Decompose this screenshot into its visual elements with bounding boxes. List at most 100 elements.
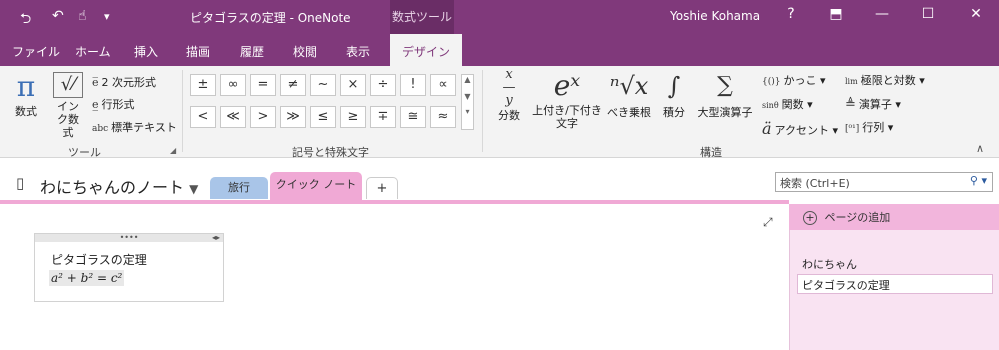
note-container[interactable]: •••• ◂▸ ピタゴラスの定理 a² + b² = c²	[34, 233, 224, 302]
tab-view[interactable]: 表示	[346, 43, 370, 60]
group-separator	[482, 70, 483, 152]
notebook-icon[interactable]: ▯	[16, 174, 24, 192]
symbol-button[interactable]: >	[250, 106, 276, 128]
ink-equation-button[interactable]: √⁄ インク数式	[50, 72, 86, 139]
symbol-button[interactable]: !	[400, 74, 426, 96]
ribbon: π 数式 √⁄ インク数式 e̅ 2 次元形式 e̲ 行形式 abc 標準テキスト ツ…	[0, 66, 999, 159]
tab-design[interactable]: デザイン	[390, 34, 463, 66]
professional-format-button[interactable]: e̅ 2 次元形式	[92, 74, 156, 90]
function-icon: sinθ	[762, 101, 779, 110]
gallery-more-icon[interactable]: ▾	[462, 107, 473, 116]
symbol-button[interactable]: ÷	[370, 74, 396, 96]
scroll-down-icon[interactable]: ▼	[462, 92, 473, 101]
matrix-button[interactable]: [⁰¹] 行列 ▾	[845, 119, 893, 135]
accent-button[interactable]: ä アクセント ▾	[762, 119, 838, 138]
collapse-ribbon-icon[interactable]: ∧	[976, 142, 984, 155]
symbol-gallery: ± ∞ = ≠ ~ × ÷ ! ∝ < ≪ > ≫ ≤ ≥ ∓ ≅ ≈	[190, 74, 460, 130]
dialog-launcher-icon[interactable]: ◢	[170, 146, 176, 155]
ink-equation-icon: √⁄	[53, 72, 83, 98]
fraction-icon: x — y	[502, 67, 516, 108]
window-title: ピタゴラスの定理 - OneNote	[190, 11, 351, 25]
symbol-button[interactable]: ≪	[220, 106, 246, 128]
symbol-button[interactable]: ∝	[430, 74, 456, 96]
close-button[interactable]: ✕	[962, 6, 990, 22]
ribbon-display-options-icon[interactable]: ⬒	[822, 6, 850, 22]
quick-access-more-icon[interactable]: ▾	[104, 10, 110, 23]
bracket-icon: {()}	[762, 77, 781, 87]
function-button[interactable]: sinθ 関数 ▾	[762, 96, 813, 112]
search-icon[interactable]: ⚲ ▾	[970, 174, 987, 187]
page-list-item-selected[interactable]: ピタゴラスの定理	[797, 274, 993, 294]
equation[interactable]: a² + b² = c²	[49, 270, 125, 286]
chevron-down-icon: ▼	[189, 182, 199, 196]
maximize-button[interactable]: ☐	[914, 6, 942, 22]
section-tab-travel[interactable]: 旅行	[210, 177, 268, 199]
equation-label: 数式	[15, 105, 37, 118]
symbol-button[interactable]: ≥	[340, 106, 366, 128]
symbol-button[interactable]: =	[250, 74, 276, 96]
accent-icon: ä	[762, 119, 772, 138]
symbol-button[interactable]: ×	[340, 74, 366, 96]
integral-icon: ∫	[667, 72, 681, 100]
note-container-handle[interactable]: •••• ◂▸	[35, 234, 223, 242]
scroll-up-icon[interactable]: ▲	[462, 75, 473, 84]
large-operator-button[interactable]: ∑ 大型演算子	[694, 68, 756, 120]
operator-icon: ≜	[845, 97, 856, 112]
tab-file[interactable]: ファイル	[12, 43, 60, 60]
radical-icon: ⁿ√x	[609, 72, 649, 100]
undo-icon[interactable]: ↶	[52, 8, 64, 24]
add-page-icon: +	[803, 211, 817, 225]
tab-insert[interactable]: 挿入	[134, 43, 158, 60]
touch-mode-icon[interactable]: ☝	[78, 8, 87, 24]
tab-draw[interactable]: 描画	[186, 43, 210, 60]
ink-equation-label: インク数式	[57, 100, 79, 139]
symbol-button[interactable]: ≫	[280, 106, 306, 128]
professional-format-icon: e̅	[92, 76, 99, 89]
minimize-button[interactable]: —	[868, 6, 896, 22]
integral-button[interactable]: ∫ 積分	[656, 68, 692, 120]
add-page-button[interactable]: + ページの追加	[789, 204, 999, 230]
normal-text-button[interactable]: abc 標準テキスト	[92, 119, 177, 135]
symbol-button[interactable]: <	[190, 106, 216, 128]
symbol-button[interactable]: ≅	[400, 106, 426, 128]
full-page-view-icon[interactable]: ⤢	[763, 215, 773, 230]
context-tab-equation-tools: 数式ツール	[390, 0, 454, 34]
limit-log-button[interactable]: lim 極限と対数 ▾	[845, 72, 925, 88]
ribbon-tabs: ファイル ホーム 挿入 描画 履歴 校閲 表示 デザイン	[0, 34, 999, 66]
group-separator	[182, 70, 183, 152]
bracket-button[interactable]: {()} かっこ ▾	[762, 72, 826, 88]
sum-icon: ∑	[717, 73, 733, 98]
user-name[interactable]: Yoshie Kohama	[670, 9, 760, 23]
tab-home[interactable]: ホーム	[75, 43, 111, 60]
add-section-button[interactable]: +	[366, 177, 398, 199]
script-button[interactable]: eˣ 上付き/下付き文字	[530, 68, 604, 130]
matrix-icon: [⁰¹]	[845, 124, 860, 134]
normal-text-icon: abc	[92, 124, 109, 134]
fraction-button[interactable]: x — y 分数	[492, 68, 526, 123]
symbol-button[interactable]: ∓	[370, 106, 396, 128]
notebook-name[interactable]: わにちゃんのノート ▼	[40, 174, 198, 198]
linear-format-icon: e̲	[92, 98, 99, 111]
symbol-button[interactable]: ≈	[430, 106, 456, 128]
radical-button[interactable]: ⁿ√x べき乗根	[606, 68, 652, 120]
equation-button[interactable]: π 数式	[8, 70, 44, 119]
symbol-button[interactable]: ±	[190, 74, 216, 96]
symbol-button[interactable]: ≤	[310, 106, 336, 128]
symbol-button[interactable]: ≠	[280, 74, 306, 96]
section-tab-quick-notes[interactable]: クイック ノート	[270, 172, 362, 202]
tab-history[interactable]: 履歴	[240, 43, 264, 60]
help-button[interactable]: ?	[777, 6, 805, 22]
tab-review[interactable]: 校閲	[293, 43, 317, 60]
note-title-text[interactable]: ピタゴラスの定理	[51, 251, 147, 268]
operator-button[interactable]: ≜ 演算子 ▾	[845, 96, 901, 112]
search-input[interactable]: 検索 (Ctrl+E) ⚲ ▾	[775, 172, 993, 192]
symbol-button[interactable]: ∞	[220, 74, 246, 96]
symbol-button[interactable]: ~	[310, 74, 336, 96]
symbol-gallery-scrollbar[interactable]: ▲ ▼ ▾	[461, 74, 474, 130]
title-bar: ⮌ ↶ ☝ ▾ ピタゴラスの定理 - OneNote 数式ツール Yoshie …	[0, 0, 999, 34]
script-icon: eˣ	[553, 69, 581, 102]
pi-icon: π	[16, 70, 36, 103]
page-list-item-title[interactable]: わにちゃん	[802, 256, 857, 272]
back-icon[interactable]: ⮌	[20, 8, 31, 32]
linear-format-button[interactable]: e̲ 行形式	[92, 96, 135, 112]
